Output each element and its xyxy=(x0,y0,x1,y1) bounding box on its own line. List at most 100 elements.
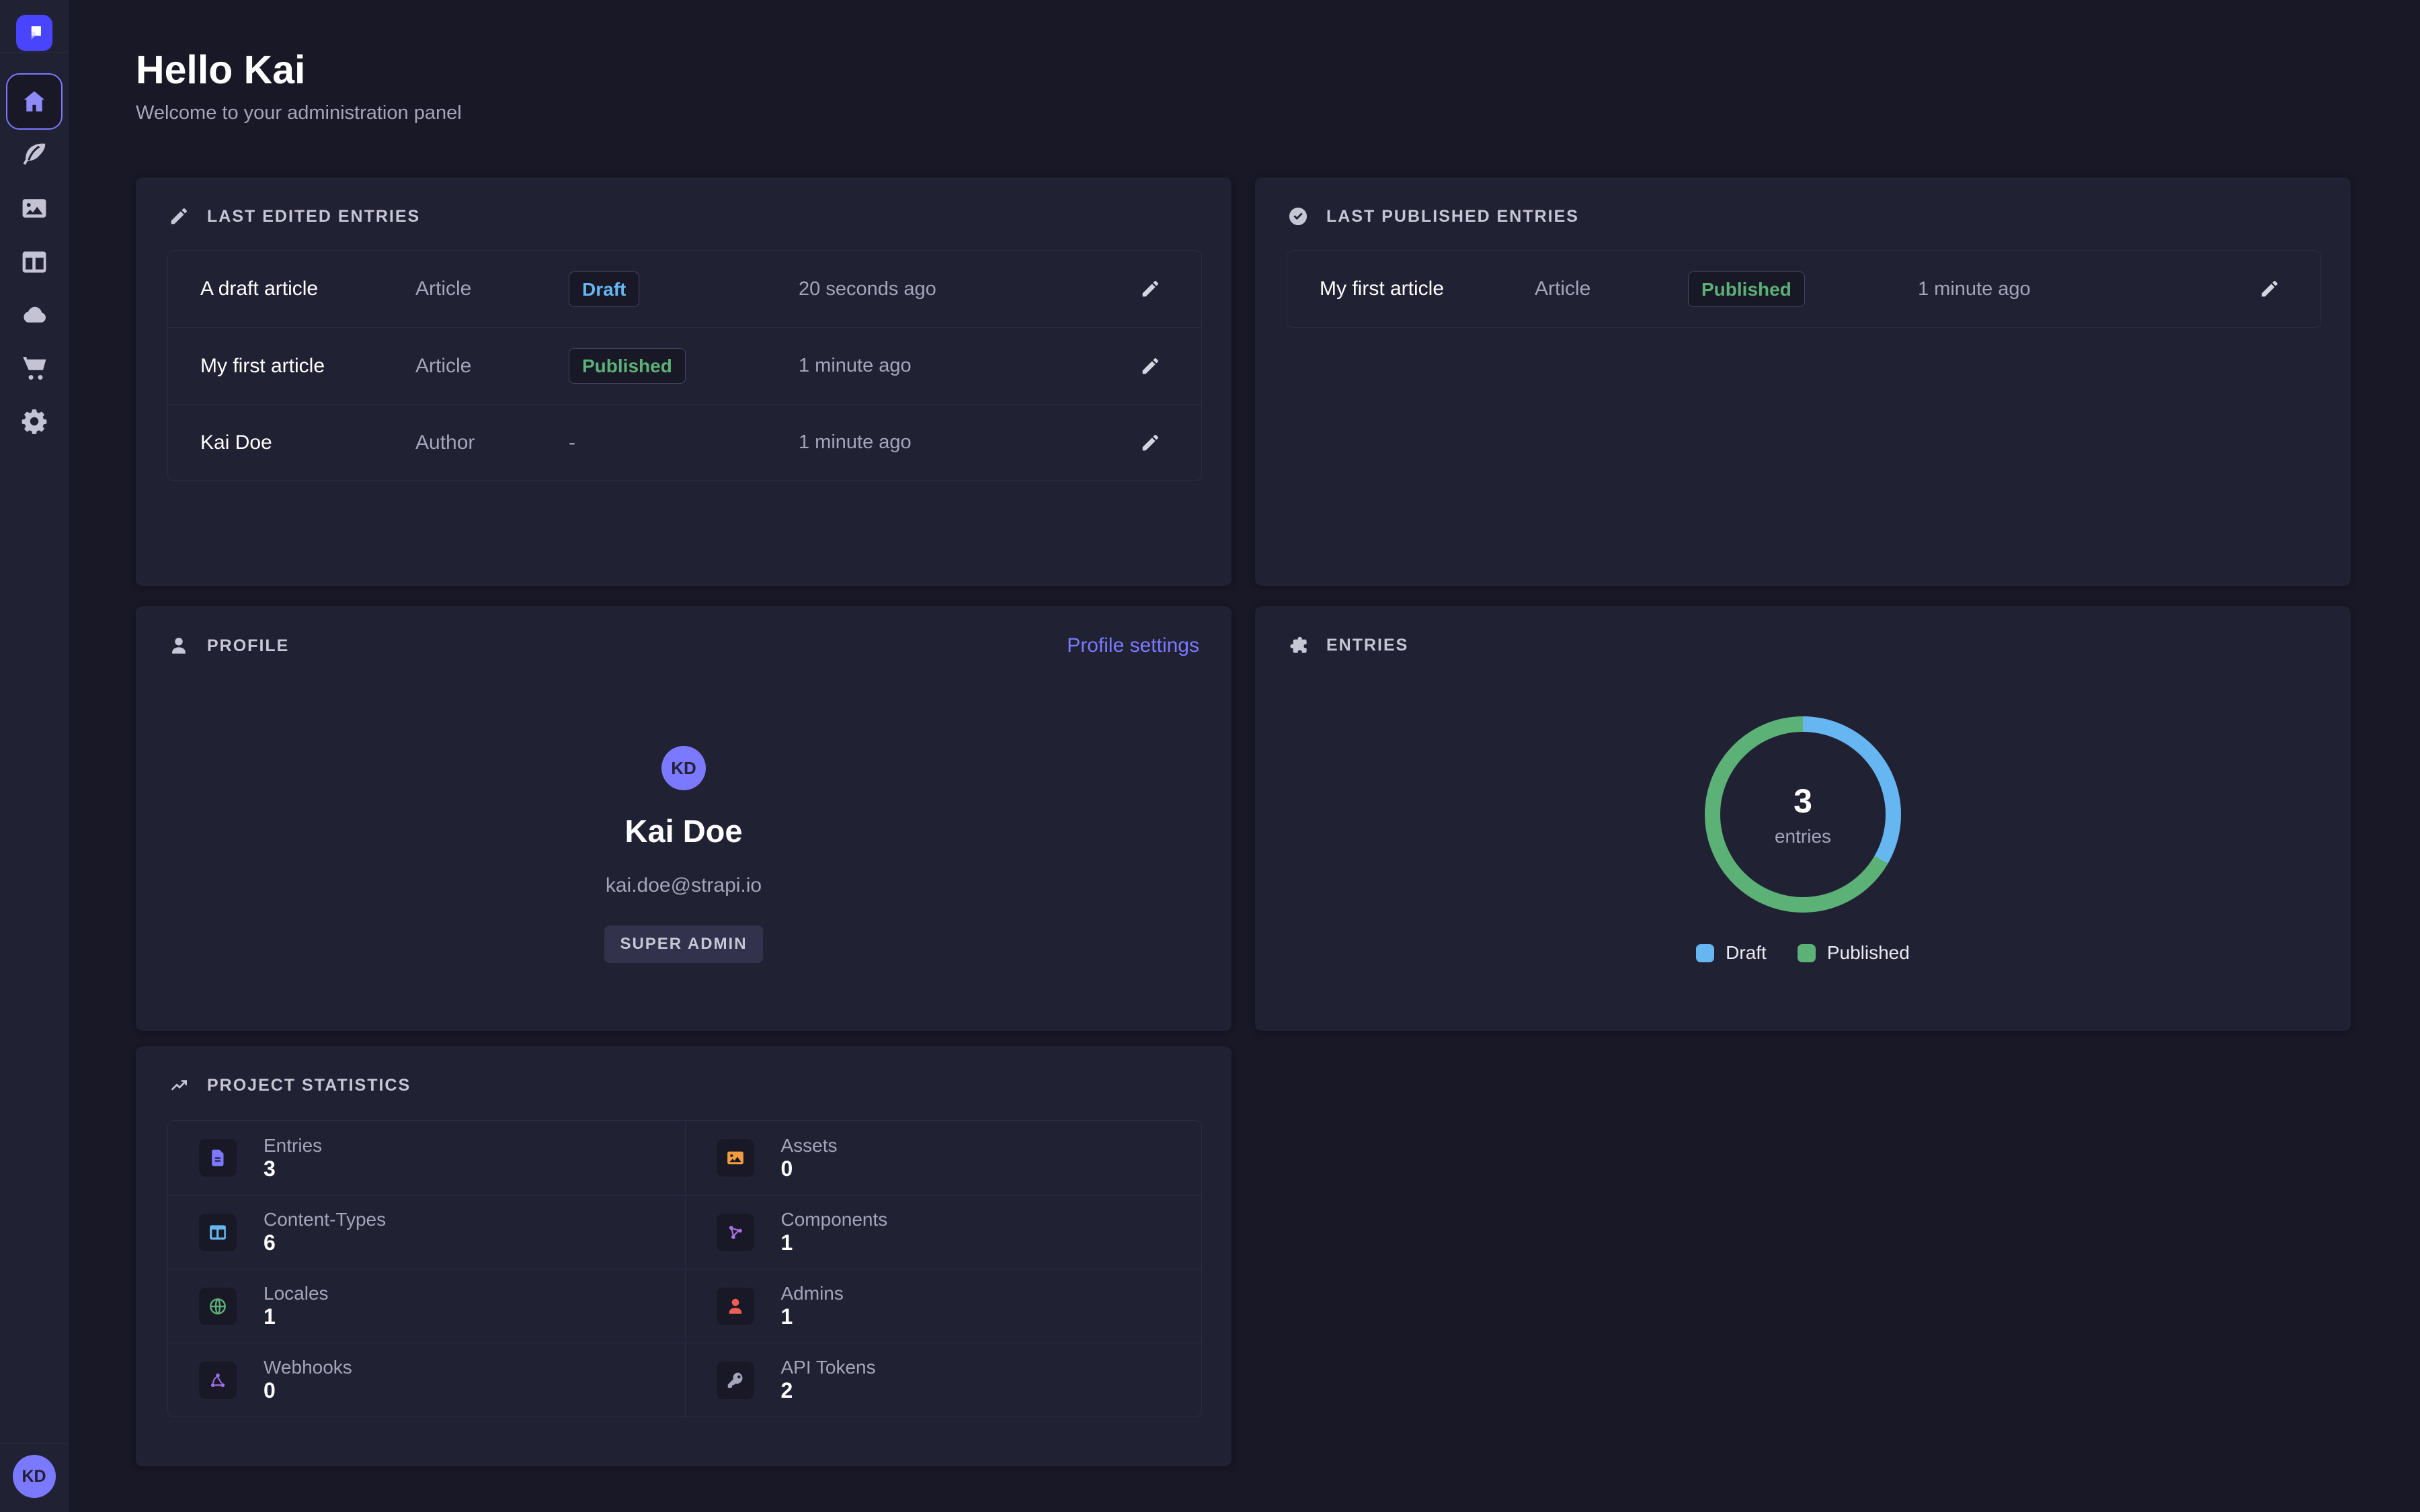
card-header: PROJECT STATISTICS xyxy=(136,1046,1232,1116)
project-statistics-card: PROJECT STATISTICS Entries 3 Assets 0 Co… xyxy=(136,1046,1232,1466)
strapi-logo-icon xyxy=(23,22,46,44)
stat-label: Webhooks xyxy=(264,1357,352,1378)
home-icon xyxy=(20,87,48,116)
edit-entry-button[interactable] xyxy=(1131,424,1169,462)
legend-item-draft: Draft xyxy=(1696,942,1767,964)
entries-donut-chart: 3 entries xyxy=(1705,716,1901,913)
cart-icon xyxy=(19,352,49,382)
profile-settings-link[interactable]: Profile settings xyxy=(1067,634,1199,657)
card-title: PROFILE xyxy=(207,636,289,656)
stat-locales: Locales 1 xyxy=(168,1269,685,1343)
stat-api-tokens: API Tokens 2 xyxy=(685,1343,1202,1417)
sidebar-divider-bottom xyxy=(0,1443,68,1444)
last-published-entries-card: LAST PUBLISHED ENTRIES My first article … xyxy=(1255,177,2351,586)
profile-email: kai.doe@strapi.io xyxy=(606,874,762,897)
sidebar-item-content-type-builder[interactable] xyxy=(13,241,56,284)
stat-entries: Entries 3 xyxy=(168,1121,685,1195)
status-empty: - xyxy=(569,431,799,454)
strapi-logo xyxy=(16,15,52,51)
feather-icon xyxy=(19,140,49,169)
stat-label: Entries xyxy=(264,1135,322,1156)
published-swatch xyxy=(1798,944,1816,962)
entry-type: Article xyxy=(415,355,569,378)
stat-label: Assets xyxy=(781,1135,838,1156)
role-badge: SUPER ADMIN xyxy=(604,925,762,963)
donut-total: 3 xyxy=(1793,782,1812,821)
key-icon xyxy=(717,1361,754,1399)
check-circle-icon xyxy=(1287,206,1309,227)
pencil-icon xyxy=(1139,355,1161,377)
stat-value: 0 xyxy=(781,1157,793,1181)
profile-card: PROFILE Profile settings KD Kai Doe kai.… xyxy=(136,606,1232,1031)
stat-value: 0 xyxy=(264,1378,276,1402)
pencil-icon xyxy=(1139,278,1161,300)
stat-admins: Admins 1 xyxy=(685,1269,1202,1343)
entries-card: ENTRIES 3 entries Draft Published xyxy=(1255,606,2351,1031)
page-title: Hello Kai xyxy=(136,47,305,93)
sidebar-item-marketplace[interactable] xyxy=(13,345,56,388)
sidebar-item-media-library[interactable] xyxy=(13,187,56,230)
draft-swatch xyxy=(1696,944,1714,962)
stat-value: 1 xyxy=(781,1304,793,1329)
last-edited-table: A draft article Article Draft 20 seconds… xyxy=(167,250,1202,481)
donut-center: 3 entries xyxy=(1705,716,1901,913)
stat-value: 3 xyxy=(264,1157,276,1181)
entry-time: 1 minute ago xyxy=(1918,278,2251,300)
last-published-table: My first article Article Published 1 min… xyxy=(1287,250,2321,328)
layout-icon xyxy=(19,247,49,277)
puzzle-icon xyxy=(1287,634,1309,656)
sidebar-item-cloud[interactable] xyxy=(13,293,56,336)
card-title: ENTRIES xyxy=(1326,636,1408,655)
table-row[interactable]: My first article Article Published 1 min… xyxy=(168,327,1201,404)
card-header: LAST PUBLISHED ENTRIES xyxy=(1255,177,2351,247)
stat-webhooks: Webhooks 0 xyxy=(168,1343,685,1417)
webhook-icon xyxy=(199,1361,237,1399)
entry-time: 1 minute ago xyxy=(799,355,1131,377)
stat-label: Locales xyxy=(264,1283,329,1304)
stat-label: Components xyxy=(781,1209,888,1230)
edit-entry-button[interactable] xyxy=(1131,347,1169,385)
stat-value: 6 xyxy=(264,1230,276,1255)
sidebar-item-settings[interactable] xyxy=(13,400,56,443)
entry-name: Kai Doe xyxy=(200,431,415,454)
entry-time: 20 seconds ago xyxy=(799,278,1131,300)
status-badge: Published xyxy=(1688,271,1805,307)
avatar: KD xyxy=(661,746,706,790)
cloud-icon xyxy=(19,300,49,329)
status-badge: Published xyxy=(569,348,686,384)
donut-sublabel: entries xyxy=(1775,826,1831,847)
nodes-icon xyxy=(717,1214,754,1251)
entry-name: My first article xyxy=(200,355,415,378)
pencil-icon xyxy=(1139,432,1161,454)
stat-assets: Assets 0 xyxy=(685,1121,1202,1195)
entry-name: My first article xyxy=(1320,278,1535,300)
entry-time: 1 minute ago xyxy=(799,431,1131,454)
sidebar-divider-top xyxy=(0,52,68,53)
table-row[interactable]: A draft article Article Draft 20 seconds… xyxy=(168,251,1201,327)
table-row[interactable]: Kai Doe Author - 1 minute ago xyxy=(168,404,1201,480)
trend-up-icon xyxy=(168,1075,190,1096)
page-subtitle: Welcome to your administration panel xyxy=(136,102,462,124)
card-title: PROJECT STATISTICS xyxy=(207,1076,411,1095)
card-title: LAST EDITED ENTRIES xyxy=(207,207,420,226)
images-icon xyxy=(19,194,49,223)
card-header: LAST EDITED ENTRIES xyxy=(136,177,1232,247)
sidebar-item-home[interactable] xyxy=(6,73,63,130)
user-avatar-button[interactable]: KD xyxy=(13,1455,56,1498)
card-header: PROFILE Profile settings xyxy=(136,606,1232,677)
sidebar-item-content-manager[interactable] xyxy=(13,133,56,176)
profile-name: Kai Doe xyxy=(625,812,743,849)
entry-name: A draft article xyxy=(200,278,415,300)
edit-entry-button[interactable] xyxy=(2251,270,2288,308)
edit-entry-button[interactable] xyxy=(1131,270,1169,308)
card-title: LAST PUBLISHED ENTRIES xyxy=(1326,207,1579,226)
last-edited-entries-card: LAST EDITED ENTRIES A draft article Arti… xyxy=(136,177,1232,586)
user-icon xyxy=(168,635,190,657)
pencil-icon xyxy=(168,206,190,227)
table-row[interactable]: My first article Article Published 1 min… xyxy=(1287,251,2321,327)
stat-label: Admins xyxy=(781,1283,844,1304)
images-icon xyxy=(717,1139,754,1177)
chart-legend: Draft Published xyxy=(1255,942,2351,964)
legend-item-published: Published xyxy=(1798,942,1910,964)
layout-icon xyxy=(199,1214,237,1251)
